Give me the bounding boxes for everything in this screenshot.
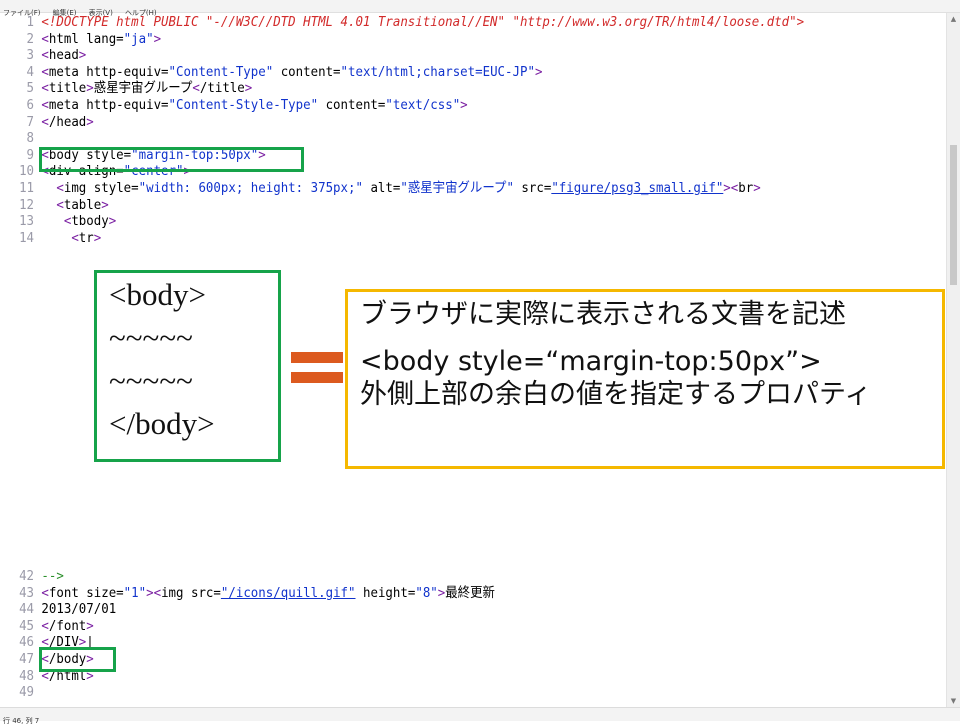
code-line[interactable]: 46 </DIV>|	[0, 634, 869, 651]
code-text[interactable]: <tr>	[41, 230, 101, 246]
code-line[interactable]: 49	[0, 684, 869, 701]
body-close-text: </body>	[109, 406, 215, 441]
scroll-thumb[interactable]	[950, 145, 957, 285]
line-number: 14	[19, 229, 35, 246]
code-line[interactable]: 4 <meta http-equiv="Content-Type" content…	[0, 64, 869, 81]
description-line-1: ブラウザに実際に表示される文書を記述	[360, 299, 846, 330]
code-text[interactable]: <meta http-equiv="Content-Style-Type" co…	[41, 97, 467, 113]
description-box: ブラウザに実際に表示される文書を記述 <body style=“margin-t…	[345, 289, 945, 469]
code-line[interactable]: 3 <head>	[0, 47, 869, 64]
body-open-text: <body>	[109, 277, 206, 312]
line-number: 2	[26, 30, 35, 47]
line-number: 3	[26, 47, 35, 64]
code-text[interactable]: -->	[41, 568, 63, 584]
code-editor-top[interactable]: 1 <!DOCTYPE html PUBLIC "-//W3C//DTD HTML…	[0, 14, 945, 246]
line-number: 5	[26, 80, 35, 97]
line-number: 48	[19, 667, 35, 684]
line-number: 47	[19, 650, 35, 667]
code-editor-bottom[interactable]: 42 --> 43 <font size="1"><img src="/icons/q…	[0, 568, 945, 701]
code-line[interactable]: 47 </body>	[0, 651, 869, 668]
code-text[interactable]: <img style="width: 600px; height: 375px;…	[41, 180, 760, 196]
line-number: 43	[19, 584, 35, 601]
cursor-position: 行 46, 列 7	[3, 717, 40, 725]
line-number: 45	[19, 617, 35, 634]
line-number: 1	[26, 14, 35, 30]
body-content-placeholder: ~~~~~	[109, 363, 193, 398]
highlight-body-close	[39, 647, 116, 672]
code-line[interactable]: 45 </font>	[0, 618, 869, 635]
code-text[interactable]: <title>惑星宇宙グループ</title>	[41, 80, 252, 96]
code-line[interactable]: 2 <html lang="ja">	[0, 31, 869, 48]
vertical-scrollbar[interactable]: ▲ ▼	[946, 13, 960, 707]
line-number: 7	[26, 113, 35, 130]
code-line[interactable]: 44 2013/07/01	[0, 601, 869, 618]
scroll-up-icon[interactable]: ▲	[947, 13, 960, 25]
line-number: 8	[26, 130, 35, 147]
code-line[interactable]: 5 <title>惑星宇宙グループ</title>	[0, 80, 869, 97]
line-number: 10	[19, 163, 35, 180]
code-text[interactable]: <meta http-equiv="Content-Type" content=…	[41, 64, 542, 80]
code-text[interactable]: <!DOCTYPE html PUBLIC "-//W3C//DTD HTML …	[41, 14, 804, 30]
line-number: 6	[26, 96, 35, 113]
body-tag-illustration: <body> ~~~~~ ~~~~~ </body>	[94, 270, 281, 462]
description-line-3: 外側上部の余白の値を指定するプロパティ	[360, 379, 872, 410]
description-line-2: <body style=“margin-top:50px”>	[360, 346, 822, 377]
code-line[interactable]: 42 -->	[0, 568, 869, 585]
line-number: 46	[19, 634, 35, 651]
scroll-down-icon[interactable]: ▼	[947, 695, 960, 707]
line-number: 4	[26, 63, 35, 80]
code-line[interactable]: 43 <font size="1"><img src="/icons/quill.…	[0, 585, 869, 602]
line-number: 44	[19, 601, 35, 618]
code-line[interactable]: 14 <tr>	[0, 230, 869, 247]
body-content-placeholder: ~~~~~	[109, 320, 193, 355]
line-number: 42	[19, 568, 35, 584]
code-text[interactable]: <table>	[41, 197, 108, 213]
code-text[interactable]: </font>	[41, 618, 93, 634]
line-number: 13	[19, 213, 35, 230]
line-number: 11	[19, 179, 35, 196]
code-line[interactable]: 7 </head>	[0, 114, 869, 131]
code-line[interactable]: 48 </html>	[0, 668, 869, 685]
code-text[interactable]: <font size="1"><img src="/icons/quill.gi…	[41, 585, 495, 601]
line-number: 12	[19, 196, 35, 213]
code-text[interactable]: <tbody>	[41, 213, 116, 229]
code-text[interactable]: <head>	[41, 47, 86, 63]
code-line[interactable]: 11 <img style="width: 600px; height: 375…	[0, 180, 869, 197]
code-text[interactable]: 2013/07/01	[41, 601, 116, 617]
code-line[interactable]: 8	[0, 130, 869, 147]
code-text[interactable]: </head>	[41, 114, 93, 130]
equals-icon	[291, 352, 343, 384]
status-bar: 行 46, 列 7	[0, 707, 960, 725]
code-line[interactable]: 6 <meta http-equiv="Content-Style-Type" c…	[0, 97, 869, 114]
line-number: 9	[26, 146, 35, 163]
line-number: 49	[19, 684, 35, 701]
highlight-body-open	[39, 147, 304, 172]
code-text[interactable]: <html lang="ja">	[41, 31, 161, 47]
code-line[interactable]: 1 <!DOCTYPE html PUBLIC "-//W3C//DTD HTML…	[0, 14, 869, 31]
menu-bar: ファイル(F) 編集(E) 表示(V) ヘルプ(H)	[0, 0, 960, 17]
code-line[interactable]: 13 <tbody>	[0, 213, 869, 230]
code-line[interactable]: 12 <table>	[0, 197, 869, 214]
